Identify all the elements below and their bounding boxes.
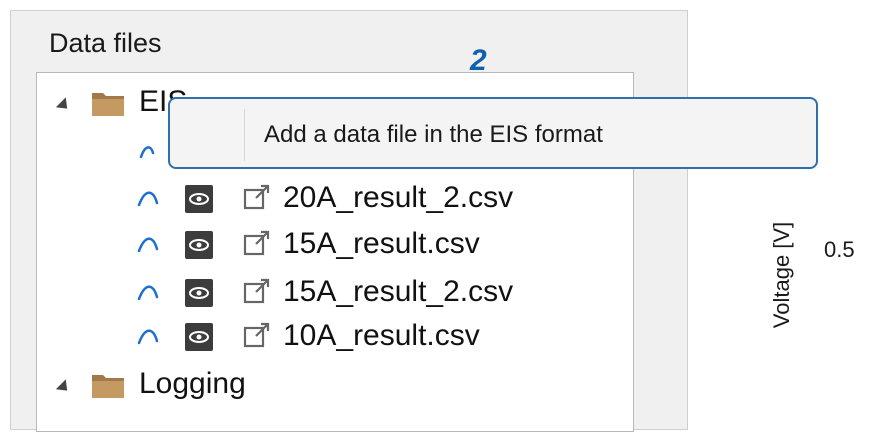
eye-icon[interactable] bbox=[185, 231, 213, 259]
external-link-icon[interactable] bbox=[242, 321, 272, 351]
chart-y-axis-label: Voltage [V] bbox=[769, 221, 794, 329]
context-menu: Add a data file in the EIS format bbox=[168, 97, 818, 169]
eye-icon[interactable] bbox=[185, 185, 213, 213]
external-link-icon[interactable] bbox=[242, 229, 272, 259]
panel-title: Data files bbox=[49, 28, 162, 58]
chart-y-tick-label: 0.5 bbox=[824, 237, 855, 262]
eye-icon[interactable] bbox=[185, 279, 213, 307]
expand-arrow-icon[interactable] bbox=[55, 379, 73, 396]
waveform-icon bbox=[137, 191, 159, 207]
step-callout-number: 2 bbox=[470, 44, 487, 77]
waveform-icon bbox=[137, 285, 159, 301]
waveform-icon bbox=[137, 329, 159, 345]
file-name: 10A_result.csv bbox=[283, 319, 480, 352]
waveform-icon bbox=[139, 146, 155, 159]
file-name: 15A_result_2.csv bbox=[283, 275, 514, 308]
file-row[interactable]: 20A_result_2.csv bbox=[37, 181, 633, 221]
folder-icon bbox=[92, 93, 124, 116]
file-row[interactable]: 15A_result_2.csv bbox=[37, 275, 633, 315]
add-eis-data-file-menu-item[interactable]: Add a data file in the EIS format bbox=[264, 121, 603, 149]
external-link-icon[interactable] bbox=[242, 277, 272, 307]
file-name: 15A_result.csv bbox=[283, 227, 480, 260]
file-row[interactable]: 10A_result.csv bbox=[37, 319, 633, 359]
folder-label-logging: Logging bbox=[139, 367, 246, 400]
file-name: 20A_result_2.csv bbox=[283, 181, 514, 214]
eye-icon[interactable] bbox=[185, 323, 213, 351]
expand-arrow-icon[interactable] bbox=[55, 97, 73, 114]
folder-icon bbox=[92, 375, 124, 398]
menu-icon-separator bbox=[244, 109, 245, 161]
file-row[interactable]: 15A_result.csv bbox=[37, 227, 633, 267]
external-link-icon[interactable] bbox=[242, 183, 272, 213]
waveform-icon bbox=[137, 237, 159, 253]
